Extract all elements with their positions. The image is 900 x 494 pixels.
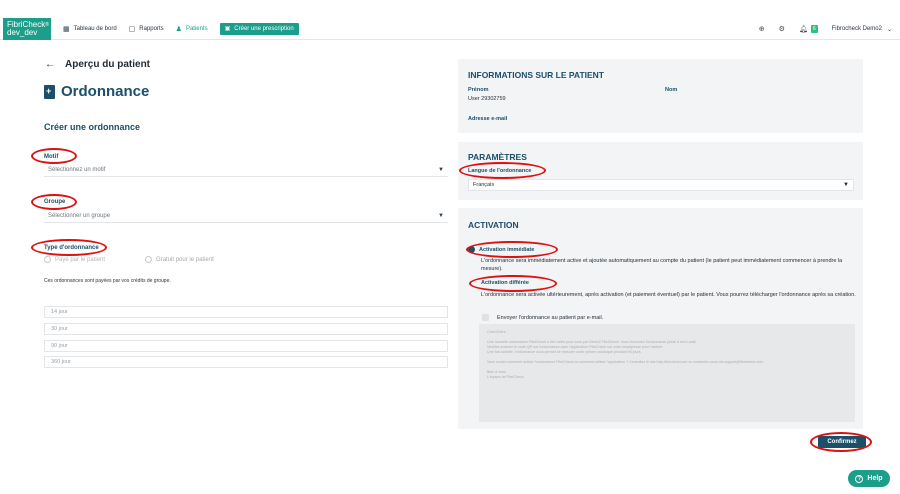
caret-down-icon: ▼: [438, 213, 444, 219]
nav-patients[interactable]: ♟ Patients: [176, 18, 208, 40]
back-label: Aperçu du patient: [65, 59, 151, 70]
send-email-checkbox[interactable]: Envoyer l'ordonnance au patient par e-ma…: [482, 314, 603, 321]
language-select[interactable]: Français ▼: [468, 179, 854, 191]
language-value: Français: [473, 182, 495, 188]
page-title-text: Ordonnance: [61, 83, 150, 100]
help-label: Help: [867, 475, 883, 482]
patient-panel-title: INFORMATIONS SUR LE PATIENT: [468, 70, 604, 80]
nav-patients-label: Patients: [185, 25, 208, 32]
type-option1-label[interactable]: Payé par le patient: [55, 257, 105, 263]
patients-icon: ♟: [175, 25, 182, 33]
highlight-confirm: [810, 432, 872, 452]
nom-label: Nom: [665, 87, 678, 93]
email-paragraph: Bien à vous, L'équipe de FibriCheck: [487, 370, 524, 379]
immediate-description: L'ordonnance sera immédiatement active e…: [481, 258, 843, 272]
email-paragraph: Une nouvelle ordonnance FibriCheck a été…: [487, 340, 697, 354]
groupe-placeholder: Sélectionner un groupe: [48, 213, 111, 219]
top-right-tools: ⊕ ⚙ 🔔︎ 6 Fibrocheck Demo2 ⌄: [745, 18, 892, 40]
user-menu[interactable]: Fibrocheck Demo2: [832, 26, 882, 32]
duration-option[interactable]: 14 jour: [44, 306, 448, 318]
nav-dashboard-label: Tableau de bord: [73, 25, 117, 32]
logo-env-label: dev_dev: [7, 27, 38, 37]
send-email-label: Envoyer l'ordonnance au patient par e-ma…: [497, 314, 604, 321]
back-to-patient[interactable]: ← Aperçu du patient: [45, 59, 150, 70]
type-options: Payé par le patient Gratuit pour le pati…: [44, 256, 214, 263]
top-navigation: FibriCheck® dev_dev ▦ Tableau de bord ▢ …: [0, 17, 900, 40]
type-option2-label: Gratuit pour le patient: [156, 256, 214, 263]
email-paragraph: Cher/Chère ,: [487, 330, 508, 334]
highlight-groupe: [31, 194, 77, 210]
page-title: Ordonnance: [44, 83, 149, 100]
type-option2[interactable]: Gratuit pour le patient: [145, 256, 214, 263]
globe-icon[interactable]: ⊕: [759, 25, 765, 33]
email-paragraph: Vous voulez comment activer l'ordonnance…: [487, 360, 764, 364]
question-icon: ?: [855, 474, 864, 483]
duration-option[interactable]: 90 jour: [44, 340, 448, 352]
arrow-left-icon[interactable]: ←: [45, 59, 55, 70]
prenom-label: Prénom: [468, 87, 489, 93]
highlight-motif: [31, 148, 77, 164]
activation-panel: ACTIVATION Activation immédiate L'ordonn…: [458, 208, 863, 429]
nav-reports-label: Rapports: [139, 25, 164, 32]
email-label: Adresse e-mail: [468, 116, 508, 122]
duration-option[interactable]: 30 jour: [44, 323, 448, 335]
duration-option[interactable]: 360 jour: [44, 356, 448, 368]
prescription-icon: [44, 84, 55, 99]
chevron-down-icon[interactable]: ⌄: [887, 26, 892, 33]
bell-icon[interactable]: 🔔︎: [799, 25, 808, 33]
activation-panel-title: ACTIVATION: [468, 220, 519, 230]
caret-down-icon: ▼: [438, 167, 444, 173]
reports-icon: ▢: [128, 25, 136, 33]
highlight-type: [31, 239, 107, 256]
credits-note: Ces ordonnances sont payées par vos créd…: [44, 278, 171, 284]
highlight-immediate: [466, 241, 558, 258]
type-option1-radio[interactable]: [44, 256, 51, 263]
prenom-value: User 29302759: [468, 96, 506, 102]
motif-select[interactable]: Sélectionnez un motif ▼: [44, 164, 448, 177]
checkbox-icon[interactable]: [482, 314, 489, 321]
settings-icon[interactable]: ⚙: [779, 25, 785, 33]
fibricheck-logo[interactable]: FibriCheck® dev_dev: [3, 17, 51, 40]
create-prescription-button[interactable]: ▣ Créer une prescription: [219, 22, 299, 35]
email-preview: Cher/Chère , Une nouvelle ordonnance Fib…: [479, 324, 855, 422]
notification-badge[interactable]: 6: [810, 25, 818, 33]
highlight-deferred: [469, 275, 557, 292]
document-icon: ▣: [224, 26, 231, 32]
patient-info-panel: INFORMATIONS SUR LE PATIENT Prénom User …: [458, 59, 863, 133]
create-prescription-label: Créer une prescription: [234, 25, 294, 32]
groupe-select[interactable]: Sélectionner un groupe ▼: [44, 210, 448, 223]
type-option2-radio[interactable]: [145, 256, 153, 263]
caret-down-icon: ▼: [843, 182, 849, 188]
dashboard-icon: ▦: [63, 25, 70, 33]
help-button[interactable]: ? Help: [848, 470, 890, 487]
parameters-panel: PARAMÈTRES Langue de l'ordonnance França…: [458, 142, 863, 200]
nav-dashboard[interactable]: ▦ Tableau de bord: [63, 18, 117, 40]
params-panel-title: PARAMÈTRES: [468, 152, 527, 162]
highlight-language: [459, 162, 546, 179]
section-title: Créer une ordonnance: [44, 122, 141, 132]
nav-reports[interactable]: ▢ Rapports: [129, 18, 164, 40]
logo-registered-mark: ®: [45, 21, 49, 28]
motif-placeholder: Sélectionnez un motif: [48, 167, 106, 173]
deferred-description: L'ordonnance sera activée ultérieurement…: [481, 292, 856, 298]
